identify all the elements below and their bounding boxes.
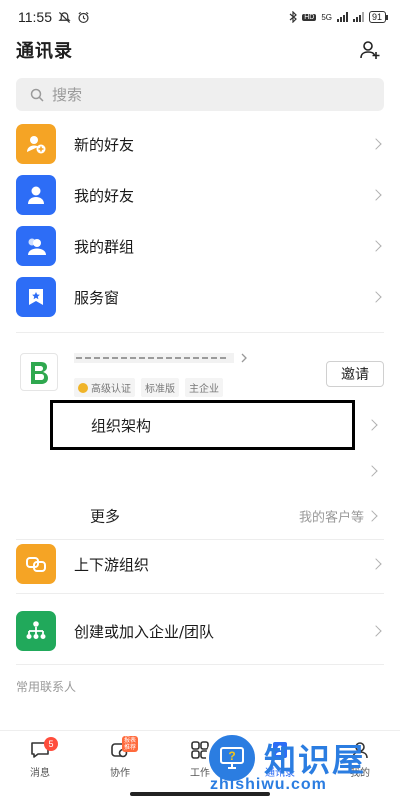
signal-icon-2 xyxy=(352,12,364,22)
home-indicator xyxy=(130,792,270,796)
add-contact-icon[interactable] xyxy=(358,38,382,62)
alarm-icon xyxy=(78,11,89,23)
organization-card[interactable]: 高级认证 标准版 主企业 邀请 xyxy=(0,345,400,405)
mute-icon xyxy=(58,11,71,23)
more-hint: 我的客户等 xyxy=(298,510,364,526)
menu-item-new-friends[interactable]: 新的好友 xyxy=(0,118,400,170)
divider xyxy=(16,664,384,665)
create-join-team-item[interactable]: 创建或加入企业/团队 xyxy=(0,605,400,657)
new-friend-icon xyxy=(16,124,56,164)
status-time: 11:55 xyxy=(18,9,52,25)
battery-icon: 91 xyxy=(368,11,386,23)
tab-collaboration[interactable]: 报表 推荐 协作 xyxy=(80,731,160,788)
signal-icon xyxy=(336,12,348,22)
menu-item-my-groups[interactable]: 我的群组 xyxy=(0,220,400,272)
unread-badge: 5 xyxy=(44,737,58,751)
tab-messages[interactable]: 5 消息 xyxy=(0,731,80,788)
hd-icon: HD xyxy=(302,13,317,21)
status-bar: 11:55 HD 5G 91 xyxy=(0,0,400,34)
org-tags: 高级认证 标准版 主企业 xyxy=(74,378,223,397)
status-left: 11:55 xyxy=(18,9,90,25)
chevron-right-icon xyxy=(366,419,378,431)
header: 通讯录 xyxy=(0,34,400,66)
service-window-icon xyxy=(16,277,56,317)
more-item[interactable]: 更多 我的客户等 xyxy=(0,493,400,539)
battery-level: 91 xyxy=(371,12,382,22)
menu-item-my-friends[interactable]: 我的好友 xyxy=(0,169,400,221)
invite-button[interactable]: 邀请 xyxy=(326,361,384,387)
org-tag: 标准版 xyxy=(141,378,179,397)
search-placeholder: 搜索 xyxy=(52,86,83,104)
org-tag: 主企业 xyxy=(185,378,223,397)
tab-label: 协作 xyxy=(110,768,130,779)
svg-text:?: ? xyxy=(228,749,235,763)
chevron-right-icon xyxy=(370,558,382,570)
chevron-right-icon xyxy=(370,138,382,150)
chevron-right-icon xyxy=(366,510,378,522)
new-badge: 报表 推荐 xyxy=(122,736,138,752)
org-structure-item[interactable]: 组织架构 xyxy=(50,400,355,450)
network-type: 5G xyxy=(321,12,332,22)
menu-label: 服务窗 xyxy=(74,288,120,307)
chevron-right-icon xyxy=(370,291,382,303)
watermark-text: 知识屋 xyxy=(264,741,367,779)
org-logo xyxy=(20,353,58,391)
upstream-downstream-icon xyxy=(16,544,56,584)
chevron-right-icon xyxy=(366,465,378,477)
divider xyxy=(16,332,384,333)
tab-label: 消息 xyxy=(30,768,50,779)
frequent-contacts-label: 常用联系人 xyxy=(16,680,77,694)
chevron-right-icon xyxy=(370,240,382,252)
more-label: 更多 xyxy=(90,507,121,526)
divider xyxy=(16,593,384,594)
page-title: 通讯录 xyxy=(16,41,73,62)
org-name-redacted xyxy=(74,349,254,371)
menu-label: 新的好友 xyxy=(74,135,135,154)
org-subitem[interactable] xyxy=(0,448,400,494)
action-label: 上下游组织 xyxy=(74,555,150,574)
menu-label: 我的好友 xyxy=(74,186,135,205)
chevron-right-icon xyxy=(370,625,382,637)
verified-icon xyxy=(78,382,88,393)
create-team-icon xyxy=(16,611,56,651)
friend-icon xyxy=(16,175,56,215)
upstream-downstream-item[interactable]: 上下游组织 xyxy=(0,538,400,590)
menu-label: 我的群组 xyxy=(74,237,135,256)
status-right: HD 5G 91 xyxy=(289,11,386,23)
chevron-right-icon xyxy=(370,189,382,201)
bluetooth-icon xyxy=(289,11,298,23)
group-icon xyxy=(16,226,56,266)
org-structure-label: 组织架构 xyxy=(91,416,152,435)
menu-item-service-window[interactable]: 服务窗 xyxy=(0,271,400,323)
search-bar[interactable]: 搜索 xyxy=(16,78,384,111)
search-icon xyxy=(30,88,44,102)
org-tag: 高级认证 xyxy=(74,378,135,397)
action-label: 创建或加入企业/团队 xyxy=(74,622,215,641)
